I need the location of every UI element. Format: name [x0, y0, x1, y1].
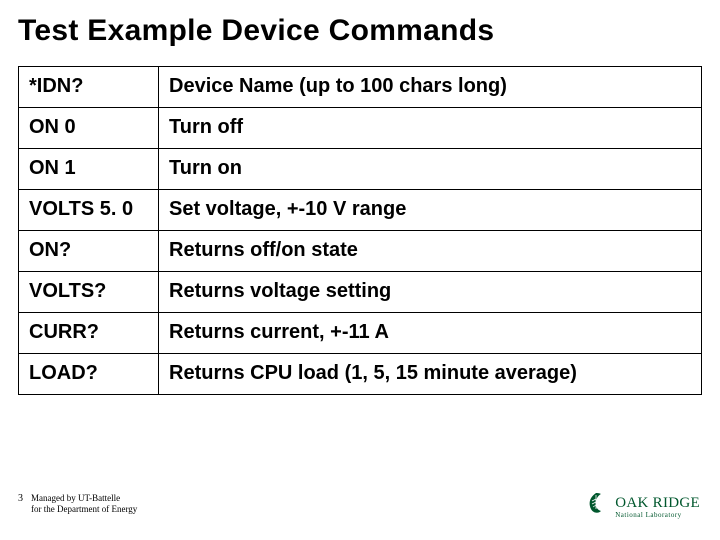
- logo-main-text: OAK RIDGE: [615, 495, 700, 512]
- command-cell: VOLTS?: [19, 272, 159, 313]
- leaf-icon: [583, 491, 609, 522]
- command-cell: ON 1: [19, 149, 159, 190]
- table-row: LOAD? Returns CPU load (1, 5, 15 minute …: [19, 354, 702, 395]
- logo-sub-text: National Laboratory: [615, 511, 681, 519]
- managed-line2: for the Department of Energy: [31, 504, 137, 514]
- commands-table: *IDN? Device Name (up to 100 chars long)…: [18, 66, 702, 395]
- description-cell: Returns CPU load (1, 5, 15 minute averag…: [159, 354, 702, 395]
- table-row: CURR? Returns current, +-11 A: [19, 313, 702, 354]
- description-cell: Set voltage, +-10 V range: [159, 190, 702, 231]
- logo: OAK RIDGE National Laboratory: [583, 491, 700, 522]
- description-cell: Returns voltage setting: [159, 272, 702, 313]
- table-row: VOLTS? Returns voltage setting: [19, 272, 702, 313]
- table-row: ON? Returns off/on state: [19, 231, 702, 272]
- description-cell: Turn on: [159, 149, 702, 190]
- page-number: 3: [18, 493, 23, 504]
- table-row: ON 1 Turn on: [19, 149, 702, 190]
- command-cell: *IDN?: [19, 67, 159, 108]
- table-row: *IDN? Device Name (up to 100 chars long): [19, 67, 702, 108]
- table-row: VOLTS 5. 0 Set voltage, +-10 V range: [19, 190, 702, 231]
- description-cell: Returns current, +-11 A: [159, 313, 702, 354]
- commands-table-wrap: *IDN? Device Name (up to 100 chars long)…: [0, 48, 720, 395]
- command-cell: ON 0: [19, 108, 159, 149]
- managed-by: Managed by UT-Battelle for the Departmen…: [31, 493, 137, 514]
- description-cell: Device Name (up to 100 chars long): [159, 67, 702, 108]
- command-cell: LOAD?: [19, 354, 159, 395]
- command-cell: VOLTS 5. 0: [19, 190, 159, 231]
- table-row: ON 0 Turn off: [19, 108, 702, 149]
- slide-title: Test Example Device Commands: [0, 0, 720, 48]
- command-cell: CURR?: [19, 313, 159, 354]
- description-cell: Returns off/on state: [159, 231, 702, 272]
- description-cell: Turn off: [159, 108, 702, 149]
- footer: 3 Managed by UT-Battelle for the Departm…: [18, 493, 137, 514]
- command-cell: ON?: [19, 231, 159, 272]
- managed-line1: Managed by UT-Battelle: [31, 493, 137, 503]
